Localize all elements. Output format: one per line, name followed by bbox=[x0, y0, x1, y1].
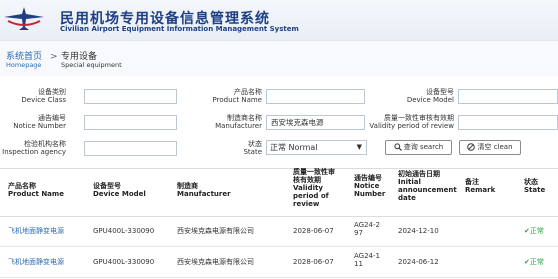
cell-date: 2024-12-10 bbox=[398, 227, 439, 235]
table-row[interactable]: 飞机地面静变电源 GPU400L-330090 西安埃克森电源有限公司 2028… bbox=[0, 216, 558, 247]
validity-input[interactable] bbox=[458, 115, 558, 130]
header-state[interactable]: 状态 State bbox=[524, 178, 545, 194]
breadcrumb-separator: > bbox=[50, 52, 58, 62]
validity-label: 质量一致性审核有效期 Validity period of review bbox=[369, 114, 454, 130]
product-name-label: 产品名称 Product Name bbox=[212, 88, 262, 104]
breadcrumb: 系统首页 Homepage > 专用设备 Special equipment bbox=[0, 40, 558, 76]
cell-model: GPU400L-330090 bbox=[93, 258, 155, 266]
header-notice-number[interactable]: 通告编号 Notice Number bbox=[354, 174, 390, 198]
search-button[interactable]: 查询 search bbox=[385, 140, 452, 155]
device-model-input[interactable] bbox=[458, 89, 558, 104]
cell-date: 2024-06-12 bbox=[398, 258, 439, 266]
app-header: 民用机场专用设备信息管理系统 Civilian Airport Equipmen… bbox=[0, 0, 558, 40]
cell-model: GPU400L-330090 bbox=[93, 227, 155, 235]
header-remark[interactable]: 备注 Remark bbox=[465, 178, 495, 194]
header-validity[interactable]: 质量一致性审 核有效期 Validity period of review bbox=[293, 168, 349, 208]
manufacturer-label: 制造商名称 Manufacturer bbox=[215, 114, 262, 130]
app-title-en: Civilian Airport Equipment Information M… bbox=[60, 25, 299, 33]
breadcrumb-current-en: Special equipment bbox=[61, 61, 122, 69]
cell-manufacturer: 西安埃克森电源有限公司 bbox=[177, 227, 254, 235]
cell-validity: 2028-06-07 bbox=[293, 258, 334, 266]
state-label: 状态 State bbox=[243, 140, 262, 156]
device-class-label: 设备类别 Device Class bbox=[21, 88, 66, 104]
inspection-agency-label: 检验机构名称 Inspection agency bbox=[2, 140, 66, 156]
clean-button[interactable]: 清空 clean bbox=[459, 140, 521, 155]
device-model-label: 设备型号 Device Model bbox=[406, 88, 454, 104]
clear-icon bbox=[467, 143, 476, 151]
header-product-name[interactable]: 产品名称 Product Name bbox=[8, 182, 64, 198]
header-device-model[interactable]: 设备型号 Device Model bbox=[93, 182, 146, 198]
cell-notice: AG24-297 bbox=[354, 221, 380, 237]
chevron-down-icon: ▼ bbox=[356, 143, 362, 151]
table-header: 产品名称 Product Name 设备型号 Device Model 制造商 Man… bbox=[0, 168, 558, 217]
state-select[interactable]: 正常 Normal ▼ bbox=[266, 140, 367, 155]
inspection-agency-input[interactable] bbox=[84, 141, 177, 156]
notice-number-label: 通告编号 Notice Number bbox=[13, 114, 66, 130]
table-row[interactable]: 飞机地面静变电源 GPU400L-330090 西安埃克森电源有限公司 2028… bbox=[0, 247, 558, 278]
manufacturer-input[interactable]: 西安埃克森电源 bbox=[266, 115, 365, 130]
device-class-input[interactable] bbox=[84, 89, 177, 104]
cell-notice: AG24-111 bbox=[354, 252, 380, 268]
airport-logo-icon bbox=[4, 7, 44, 30]
product-name-input[interactable] bbox=[266, 89, 365, 104]
status-badge: ✔正常 bbox=[524, 227, 544, 235]
cell-manufacturer: 西安埃克森电源有限公司 bbox=[177, 258, 254, 266]
cell-validity: 2028-06-07 bbox=[293, 227, 334, 235]
notice-number-input[interactable] bbox=[84, 115, 177, 130]
product-name-link[interactable]: 飞机地面静变电源 bbox=[8, 258, 64, 266]
product-name-link[interactable]: 飞机地面静变电源 bbox=[8, 227, 64, 235]
status-badge: ✔正常 bbox=[524, 258, 544, 266]
header-initial-date[interactable]: 初始通告日期 Initial announcement date bbox=[398, 170, 460, 202]
search-icon bbox=[394, 143, 402, 151]
header-manufacturer[interactable]: 制造商 Manufacturer bbox=[177, 182, 231, 198]
breadcrumb-home-link-en[interactable]: Homepage bbox=[6, 61, 41, 69]
